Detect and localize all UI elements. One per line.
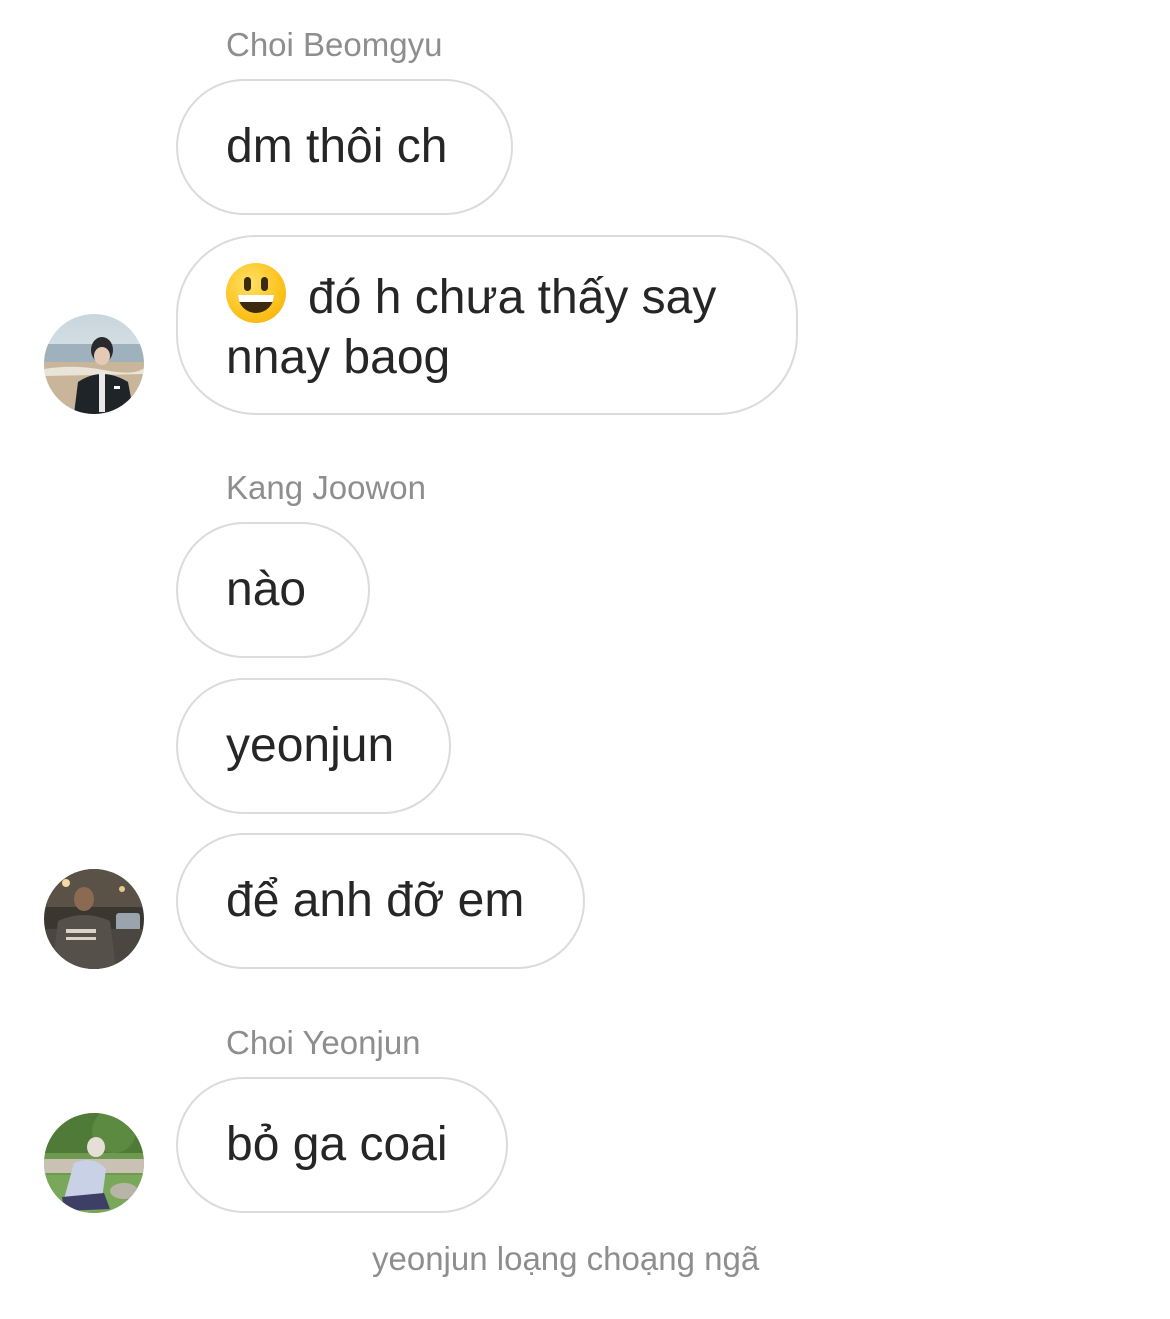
- message-text: đó h chưa thấy say nnay baog: [226, 270, 717, 384]
- message-text: yeonjun: [226, 719, 395, 772]
- avatar[interactable]: [44, 314, 144, 414]
- sender-name: Choi Beomgyu: [226, 26, 443, 63]
- message-bubble[interactable]: bỏ ga coai: [176, 1077, 508, 1213]
- message-bubble[interactable]: dm thôi ch: [176, 79, 513, 215]
- message-bubble[interactable]: đó h chưa thấy say nnay baog: [176, 235, 798, 415]
- grinning-face-emoji-icon: [226, 262, 286, 323]
- avatar-photo-park-icon: [44, 1113, 144, 1213]
- message-text: dm thôi ch: [226, 120, 448, 173]
- message-content: đó h chưa thấy say nnay baog: [226, 262, 748, 388]
- sender-name: Choi Yeonjun: [226, 1024, 421, 1061]
- avatar[interactable]: [44, 1113, 144, 1213]
- message-text: để anh đỡ em: [226, 874, 525, 927]
- avatar-photo-street-night-icon: [44, 869, 144, 969]
- avatar-photo-beach-icon: [44, 314, 144, 414]
- message-bubble[interactable]: để anh đỡ em: [176, 833, 585, 969]
- message-bubble[interactable]: yeonjun: [176, 678, 451, 814]
- avatar[interactable]: [44, 869, 144, 969]
- message-bubble[interactable]: nào: [176, 522, 370, 658]
- message-text: bỏ ga coai: [226, 1118, 448, 1171]
- sender-name: Kang Joowon: [226, 469, 426, 506]
- system-message: yeonjun loạng choạng ngã: [372, 1240, 760, 1277]
- message-text: nào: [226, 563, 307, 616]
